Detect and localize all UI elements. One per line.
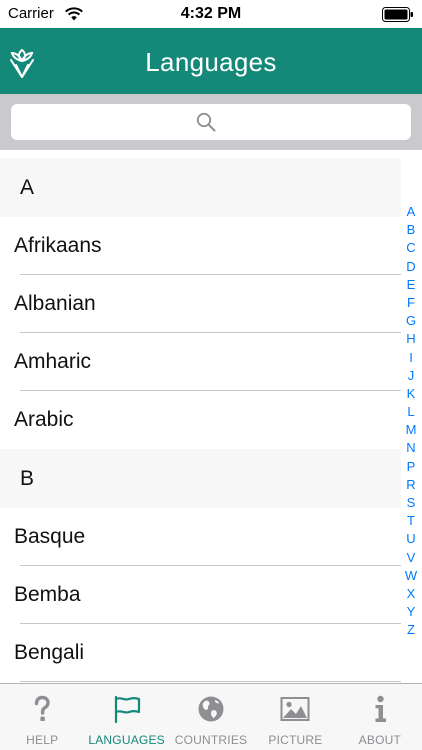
index-letter-b[interactable]: B <box>407 221 416 239</box>
section-header-b: B <box>0 449 401 508</box>
list-item-bengali[interactable]: Bengali <box>0 624 401 682</box>
list-item-albanian[interactable]: Albanian <box>0 275 401 333</box>
tab-bar: HELP LANGUAGES COUNTRIES PICTURE ABOUT <box>0 683 422 750</box>
tab-help[interactable]: HELP <box>0 684 84 750</box>
search-input[interactable] <box>11 104 411 140</box>
tab-languages[interactable]: LANGUAGES <box>84 684 168 750</box>
index-letter-p[interactable]: P <box>407 458 416 476</box>
tab-countries-label: COUNTRIES <box>174 733 248 747</box>
status-bar: Carrier 4:32 PM <box>0 0 422 28</box>
info-icon <box>375 695 386 722</box>
index-letter-i[interactable]: I <box>409 349 413 367</box>
index-letter-c[interactable]: C <box>406 239 415 257</box>
list-item-amharic[interactable]: Amharic <box>0 333 401 391</box>
battery-icon <box>382 7 413 22</box>
index-letter-l[interactable]: L <box>407 403 414 421</box>
index-letter-n[interactable]: N <box>406 439 415 457</box>
navigation-bar: Languages <box>0 28 422 94</box>
section-index-bar[interactable]: A B C D E F G H I J K L M N P R S T U V … <box>404 203 418 640</box>
tab-languages-label: LANGUAGES <box>88 733 165 747</box>
index-letter-d[interactable]: D <box>406 258 415 276</box>
index-letter-g[interactable]: G <box>406 312 416 330</box>
index-letter-k[interactable]: K <box>407 385 416 403</box>
section-header-a: A <box>0 158 401 217</box>
tab-picture-label: PICTURE <box>268 733 323 747</box>
status-time: 4:32 PM <box>180 5 242 22</box>
search-bar <box>0 94 422 150</box>
tab-about-label: ABOUT <box>358 733 401 747</box>
tab-picture[interactable]: PICTURE <box>253 684 337 750</box>
index-letter-u[interactable]: U <box>406 530 415 548</box>
index-letter-a[interactable]: A <box>407 203 416 221</box>
index-letter-s[interactable]: S <box>407 494 416 512</box>
index-letter-t[interactable]: T <box>407 512 415 530</box>
picture-icon <box>280 697 310 721</box>
index-letter-r[interactable]: R <box>406 476 415 494</box>
index-letter-f[interactable]: F <box>407 294 415 312</box>
index-letter-e[interactable]: E <box>407 276 416 294</box>
tab-help-label: HELP <box>26 733 59 747</box>
index-letter-h[interactable]: H <box>406 330 415 348</box>
flag-icon <box>114 695 140 724</box>
index-letter-v[interactable]: V <box>407 549 416 567</box>
list-item-arabic[interactable]: Arabic <box>0 391 401 449</box>
globe-icon <box>198 696 224 722</box>
language-list[interactable]: A Afrikaans Albanian Amharic Arabic B Ba… <box>0 158 401 683</box>
index-letter-m[interactable]: M <box>406 421 417 439</box>
question-icon <box>35 695 50 721</box>
list-item-basque[interactable]: Basque <box>0 508 401 566</box>
list-item-afrikaans[interactable]: Afrikaans <box>0 217 401 275</box>
page-title: Languages <box>145 47 277 77</box>
index-letter-w[interactable]: W <box>405 567 417 585</box>
tab-countries[interactable]: COUNTRIES <box>169 684 253 750</box>
index-letter-z[interactable]: Z <box>407 621 415 639</box>
index-letter-j[interactable]: J <box>408 367 415 385</box>
list-item-bemba[interactable]: Bemba <box>0 566 401 624</box>
tab-about[interactable]: ABOUT <box>338 684 422 750</box>
index-letter-y[interactable]: Y <box>407 603 416 621</box>
index-letter-x[interactable]: X <box>407 585 416 603</box>
